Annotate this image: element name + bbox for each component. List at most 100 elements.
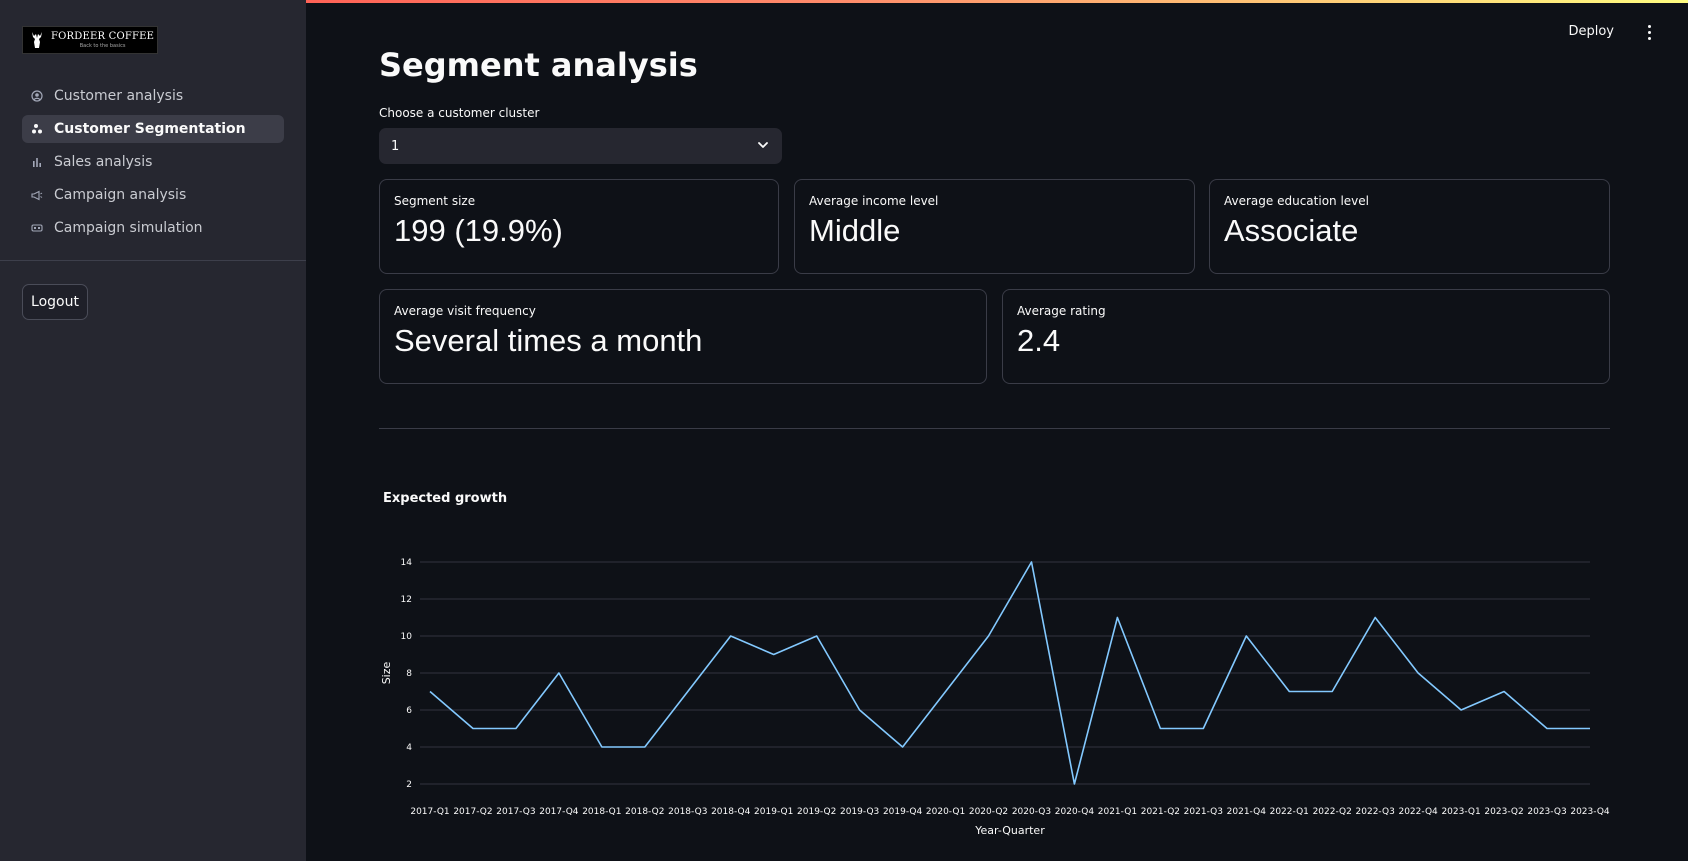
metric-value: Associate — [1224, 213, 1359, 248]
sidebar-item-customer-segmentation[interactable]: Customer Segmentation — [22, 115, 284, 143]
x-tick-label: 2017-Q3 — [496, 807, 535, 817]
data-point[interactable] — [511, 724, 521, 734]
x-tick-label: 2018-Q4 — [711, 807, 751, 817]
data-point[interactable] — [898, 742, 908, 752]
x-tick-label: 2022-Q2 — [1313, 807, 1352, 817]
x-tick-label: 2022-Q3 — [1356, 807, 1395, 817]
brand-name: FORDEER COFFEE — [51, 30, 155, 42]
data-point[interactable] — [1585, 724, 1595, 734]
sidebar-item-label: Customer Segmentation — [54, 121, 246, 137]
x-tick-label: 2023-Q1 — [1441, 807, 1480, 817]
data-point[interactable] — [1413, 668, 1423, 678]
brand-tagline: Back to the basics — [79, 42, 126, 49]
x-tick-label: 2018-Q1 — [582, 807, 621, 817]
deploy-button[interactable]: Deploy — [1568, 24, 1614, 39]
metric-value: Several times a month — [394, 323, 703, 358]
data-point[interactable] — [468, 724, 478, 734]
data-point[interactable] — [1327, 687, 1337, 697]
x-tick-label: 2020-Q3 — [1012, 807, 1051, 817]
x-tick-label: 2020-Q2 — [969, 807, 1008, 817]
sidebar-item-label: Customer analysis — [54, 88, 184, 104]
more-vertical-icon[interactable] — [1644, 22, 1654, 42]
data-point[interactable] — [640, 742, 650, 752]
data-point[interactable] — [1155, 724, 1165, 734]
expected-growth-chart[interactable]: 2468101214 2017-Q1 2017-Q2 2017-Q3 2017-Q4 2… — [370, 540, 1620, 845]
cluster-select[interactable]: 1 — [379, 128, 782, 164]
logout-button[interactable]: Logout — [22, 284, 88, 320]
y-tick-label: 12 — [401, 595, 412, 605]
data-point[interactable] — [683, 687, 693, 697]
data-point[interactable] — [1241, 631, 1251, 641]
y-tick-label: 6 — [406, 706, 412, 716]
sidebar-item-campaign-analysis[interactable]: Campaign analysis — [22, 181, 284, 209]
data-point[interactable] — [1456, 705, 1466, 715]
x-tick-label: 2020-Q1 — [926, 807, 965, 817]
metric-label: Average visit frequency — [394, 304, 536, 318]
x-tick-label: 2022-Q1 — [1270, 807, 1309, 817]
cluster-select-value: 1 — [391, 138, 400, 154]
sidebar: FORDEER COFFEE Back to the basics Custom… — [0, 0, 306, 861]
metric-average-rating: Average rating 2.4 — [1002, 289, 1610, 384]
data-point[interactable] — [726, 631, 736, 641]
x-tick-label: 2021-Q2 — [1141, 807, 1180, 817]
y-tick-label: 2 — [406, 780, 412, 790]
page-title: Segment analysis — [379, 46, 698, 84]
data-point[interactable] — [1370, 613, 1380, 623]
metric-average-education: Average education level Associate — [1209, 179, 1610, 274]
sidebar-item-label: Sales analysis — [54, 154, 153, 170]
brand-logo[interactable]: FORDEER COFFEE Back to the basics — [22, 26, 158, 54]
data-point[interactable] — [1026, 557, 1036, 567]
x-tick-label: 2021-Q1 — [1098, 807, 1137, 817]
x-tick-label: 2020-Q4 — [1055, 807, 1095, 817]
sidebar-item-customer-analysis[interactable]: Customer analysis — [22, 82, 284, 110]
data-point[interactable] — [769, 650, 779, 660]
x-tick-label: 2023-Q4 — [1570, 807, 1610, 817]
x-tick-label: 2019-Q1 — [754, 807, 793, 817]
deer-logo-icon — [32, 32, 42, 48]
sidebar-item-label: Campaign analysis — [54, 187, 187, 203]
data-point[interactable] — [597, 742, 607, 752]
data-point[interactable] — [554, 668, 564, 678]
x-tick-label: 2021-Q4 — [1227, 807, 1267, 817]
segments-icon — [30, 122, 44, 136]
metric-value: 199 (19.9%) — [394, 213, 563, 248]
x-axis-title: Year-Quarter — [974, 824, 1045, 837]
y-tick-label: 8 — [406, 669, 412, 679]
data-point[interactable] — [1198, 724, 1208, 734]
data-point[interactable] — [1112, 613, 1122, 623]
data-point[interactable] — [984, 631, 994, 641]
data-point[interactable] — [1499, 687, 1509, 697]
megaphone-icon — [30, 188, 44, 202]
x-tick-label: 2021-Q3 — [1184, 807, 1223, 817]
data-point[interactable] — [812, 631, 822, 641]
sidebar-item-label: Campaign simulation — [54, 220, 203, 236]
metric-segment-size: Segment size 199 (19.9%) — [379, 179, 779, 274]
data-point[interactable] — [1542, 724, 1552, 734]
x-tick-label: 2019-Q3 — [840, 807, 879, 817]
metric-label: Average rating — [1017, 304, 1106, 318]
y-tick-label: 4 — [406, 743, 412, 753]
x-tick-label: 2023-Q2 — [1484, 807, 1523, 817]
chart-title: Expected growth — [383, 491, 508, 506]
y-tick-label: 14 — [401, 558, 413, 568]
person-circle-icon — [30, 89, 44, 103]
cluster-select-label: Choose a customer cluster — [379, 106, 540, 120]
x-tick-label: 2022-Q4 — [1398, 807, 1438, 817]
data-point[interactable] — [1284, 687, 1294, 697]
x-tick-label: 2019-Q4 — [883, 807, 923, 817]
y-tick-label: 10 — [401, 632, 413, 642]
x-tick-label: 2017-Q4 — [539, 807, 579, 817]
data-point[interactable] — [1069, 779, 1079, 789]
y-axis-ticks: 2 4 6 8 10 12 14 — [401, 558, 413, 790]
section-divider — [379, 428, 1610, 429]
data-point[interactable] — [855, 705, 865, 715]
chevron-down-icon — [758, 142, 768, 148]
x-tick-label: 2018-Q2 — [625, 807, 664, 817]
data-point[interactable] — [941, 687, 951, 697]
data-point[interactable] — [425, 687, 435, 697]
sidebar-item-sales-analysis[interactable]: Sales analysis — [22, 148, 284, 176]
x-tick-label: 2017-Q2 — [453, 807, 492, 817]
sidebar-item-campaign-simulation[interactable]: Campaign simulation — [22, 214, 284, 242]
x-tick-label: 2017-Q1 — [410, 807, 449, 817]
x-tick-label: 2018-Q3 — [668, 807, 707, 817]
